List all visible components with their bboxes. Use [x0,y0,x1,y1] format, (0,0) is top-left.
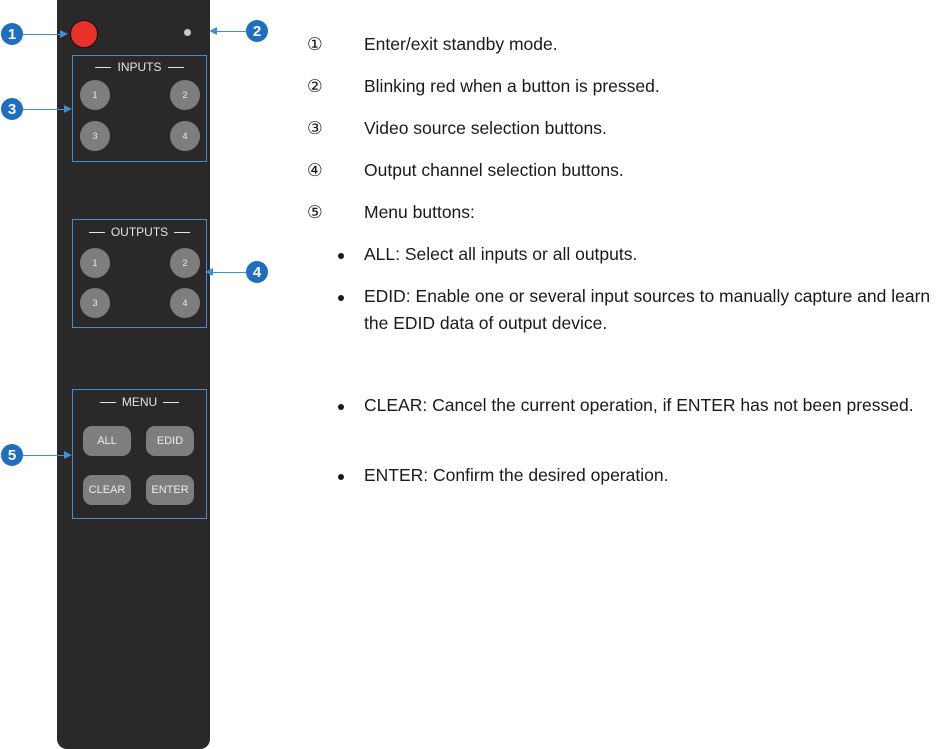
output-button-2[interactable]: 2 [170,248,200,278]
bullet-text: ALL: Select all inputs or all outputs. [364,244,638,264]
outputs-group-title: OUTPUTS [73,225,206,239]
bullet-text: CLEAR: Cancel the current operation, if … [364,395,914,415]
legend-text: Blinking red when a button is pressed. [364,76,660,96]
outputs-label: OUTPUTS [110,225,169,239]
legend-number: ① [307,34,323,54]
legend-number: ⑤ [307,202,323,222]
callout-5-leader [23,455,65,456]
bullet-dot [338,404,344,410]
bullet-dot [338,474,344,480]
legend-text: Enter/exit standby mode. [364,34,558,54]
legend-text: Video source selection buttons. [364,118,607,138]
callout-2-leader [217,31,246,32]
input-button-3[interactable]: 3 [80,121,110,151]
callout-5: 5 [1,444,23,466]
output-button-3[interactable]: 3 [80,288,110,318]
callout-2: 2 [246,20,268,42]
menu-button-all[interactable]: ALL [83,426,131,456]
menu-button-edid[interactable]: EDID [146,426,194,456]
callout-4-arrow [205,268,213,276]
callout-3-leader [23,109,65,110]
bullet-dot [338,253,344,259]
legend-number: ③ [307,118,323,138]
callout-2-arrow [209,27,217,35]
menu-button-clear[interactable]: CLEAR [83,475,131,505]
inputs-group-title: INPUTS [73,60,206,74]
legend-number: ② [307,76,323,96]
menu-button-enter[interactable]: ENTER [146,475,194,505]
callout-5-arrow [64,451,72,459]
menu-group-title: MENU [73,395,206,409]
callout-3: 3 [1,98,23,120]
legend-text: Menu buttons: [364,202,475,222]
menu-label: MENU [121,395,158,409]
callout-1: 1 [1,23,23,45]
input-button-2[interactable]: 2 [170,80,200,110]
legend-text: Output channel selection buttons. [364,160,624,180]
input-button-4[interactable]: 4 [170,121,200,151]
status-led [184,29,191,36]
bullet-text: ENTER: Confirm the desired operation. [364,465,669,485]
output-button-1[interactable]: 1 [80,248,110,278]
callout-3-arrow [64,105,72,113]
input-button-1[interactable]: 1 [80,80,110,110]
output-button-4[interactable]: 4 [170,288,200,318]
power-button[interactable] [70,20,98,48]
bullet-dot [338,295,344,301]
legend-number: ④ [307,160,323,180]
bullet-text: EDID: Enable one or several input source… [364,286,931,333]
inputs-label: INPUTS [117,60,162,74]
callout-4: 4 [246,261,268,283]
callout-4-leader [213,272,246,273]
callout-1-arrow [60,30,68,38]
callout-1-leader [23,34,60,35]
